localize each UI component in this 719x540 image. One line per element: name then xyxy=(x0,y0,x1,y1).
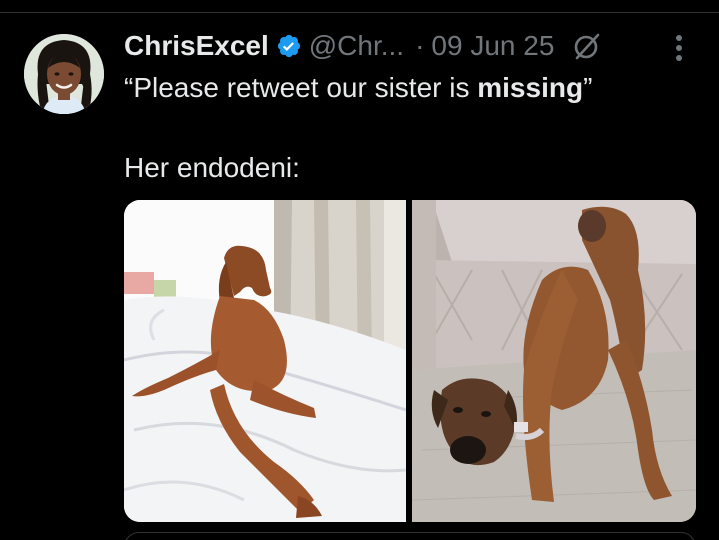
tweet-date[interactable]: 09 Jun 25 xyxy=(431,30,554,62)
top-divider xyxy=(0,12,719,13)
more-options-icon[interactable] xyxy=(668,32,690,64)
photo-dog-on-bed[interactable] xyxy=(124,200,406,522)
more-dot xyxy=(676,55,682,61)
verified-badge-icon[interactable] xyxy=(276,33,302,59)
handle[interactable]: @Chr... xyxy=(309,30,404,62)
more-dot xyxy=(676,35,682,41)
separator-dot: · xyxy=(415,30,425,61)
photo-dog-upside-down[interactable] xyxy=(412,200,696,522)
tweet-text-bold: missing xyxy=(477,72,584,103)
grok-icon[interactable] xyxy=(571,30,603,62)
more-dot xyxy=(676,45,682,51)
tweet-text-open: “Please retweet our sister is xyxy=(124,72,478,103)
avatar[interactable] xyxy=(24,34,104,114)
tweet-text-close: ” xyxy=(583,72,593,103)
tweet-text-line2: Her endodeni: xyxy=(124,152,300,183)
media-grid xyxy=(124,200,696,522)
tweet-text: “Please retweet our sister is missing” xyxy=(124,70,704,106)
tweet-header: ChrisExcel @Chr... · 09 Jun 25 xyxy=(124,28,603,64)
display-name[interactable]: ChrisExcel xyxy=(124,30,269,62)
quoted-card-edge xyxy=(124,532,696,540)
